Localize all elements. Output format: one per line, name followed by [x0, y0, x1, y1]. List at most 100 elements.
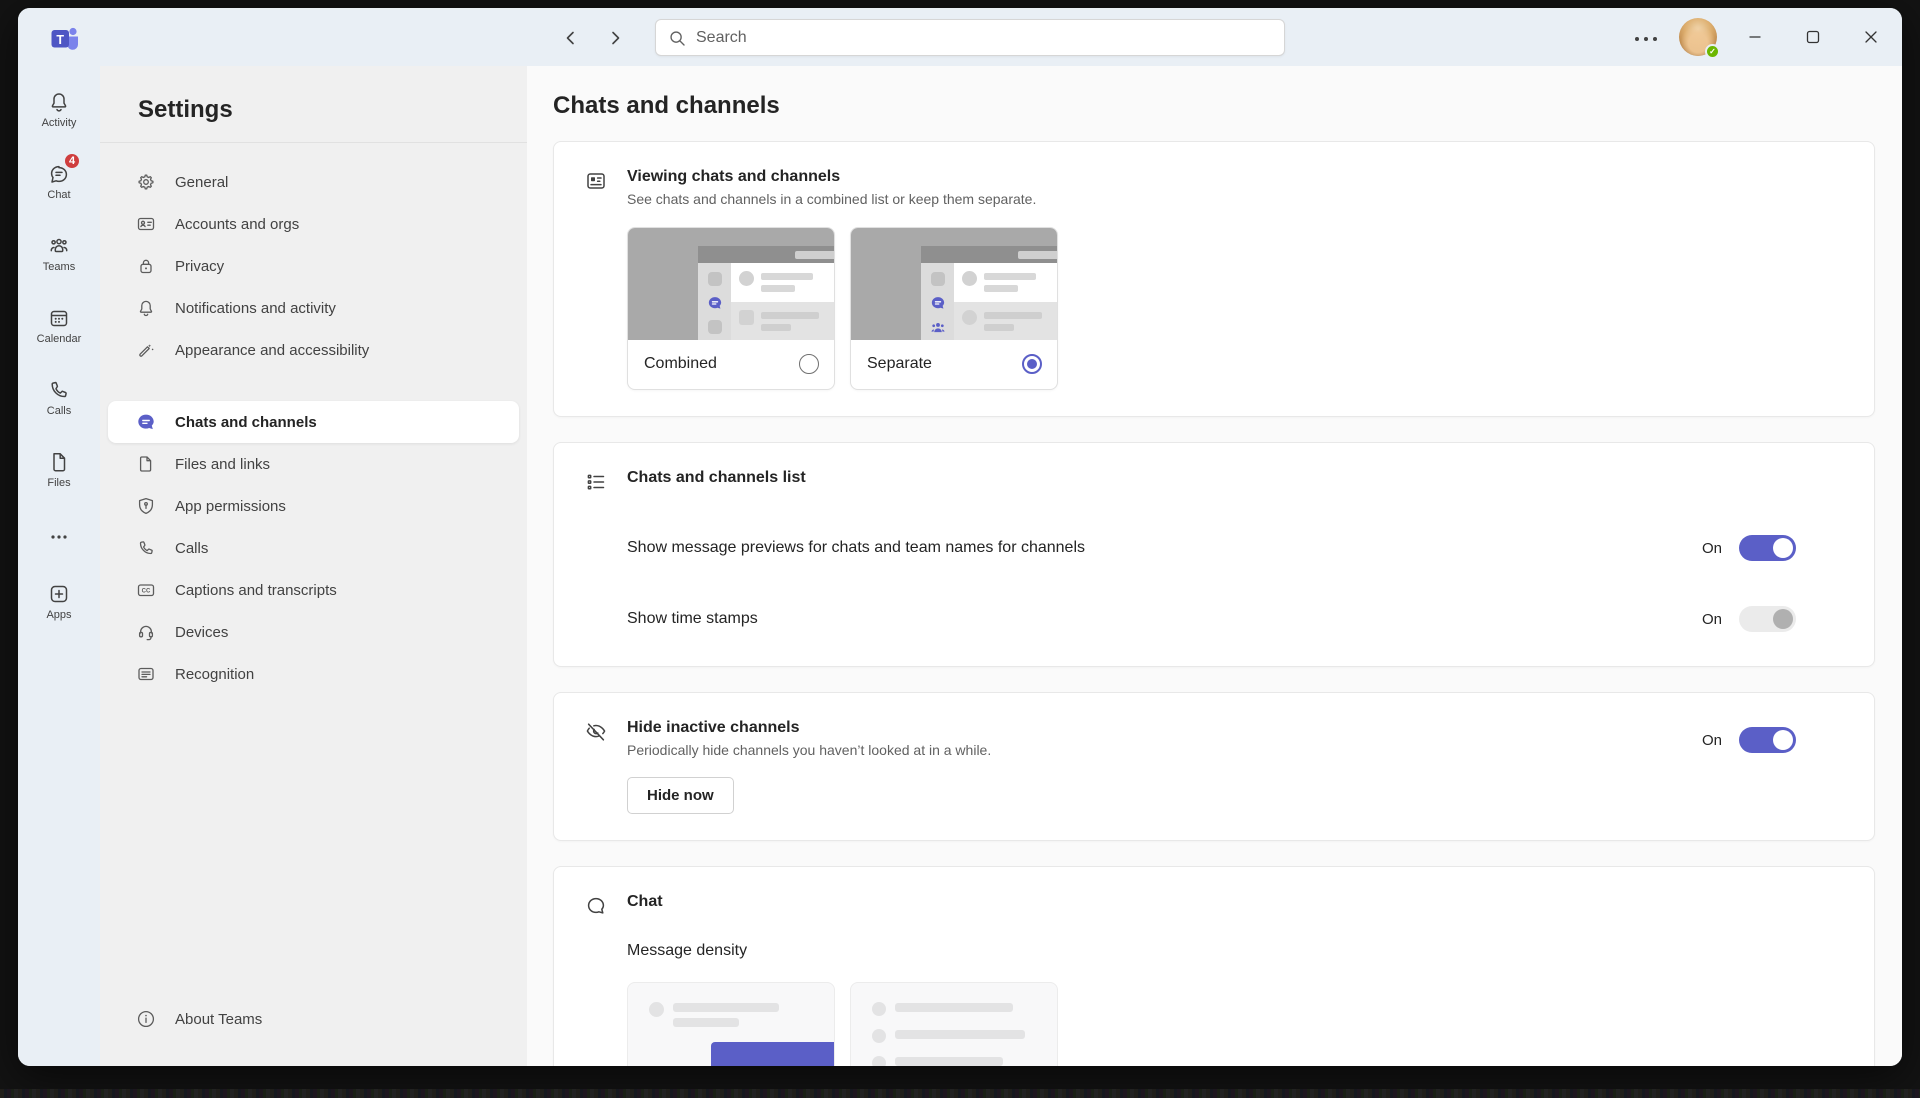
lock-icon — [136, 256, 156, 276]
rail-item-activity[interactable]: Activity — [22, 76, 96, 142]
sidebar-item-files-and-links[interactable]: Files and links — [108, 443, 519, 485]
density-label: Message density — [627, 942, 748, 959]
search-icon — [668, 29, 686, 47]
rail-item-files[interactable]: Files — [22, 436, 96, 502]
svg-text:CC: CC — [142, 589, 151, 595]
sidebar-item-devices[interactable]: Devices — [108, 611, 519, 653]
setting-row-time-stamps: Show time stamps On — [627, 606, 1846, 632]
chevron-right-icon — [605, 28, 625, 48]
setting-row-message-previews: Show message previews for chats and team… — [627, 535, 1846, 561]
sidebar-item-appearance[interactable]: Appearance and accessibility — [108, 329, 519, 371]
close-button[interactable] — [1842, 8, 1900, 66]
search-input[interactable] — [696, 28, 1272, 47]
sidebar-item-accounts[interactable]: Accounts and orgs — [108, 203, 519, 245]
file-icon — [136, 454, 156, 474]
option-label: Separate — [867, 355, 932, 372]
chevron-left-icon — [561, 28, 581, 48]
card-title: Hide inactive channels — [627, 719, 800, 736]
radio-separate[interactable] — [1022, 354, 1042, 374]
news-layout-icon — [584, 169, 608, 193]
teams-logo: T — [48, 21, 82, 55]
ellipsis-icon — [1633, 28, 1660, 46]
rail-item-teams[interactable]: Teams — [22, 220, 96, 286]
mini-teams-icon — [930, 320, 946, 336]
sidebar-item-privacy[interactable]: Privacy — [108, 245, 519, 287]
sidebar-item-label: Calls — [175, 539, 209, 557]
chat-card: Chat Message density — [553, 866, 1875, 1066]
density-option-compact[interactable] — [850, 982, 1058, 1066]
rail-more-button[interactable] — [22, 520, 96, 554]
settings-nav: General Accounts and orgs Privacy Notifi… — [100, 143, 527, 695]
wand-icon — [136, 340, 156, 360]
card-subtitle: See chats and channels in a combined lis… — [627, 191, 1037, 207]
sidebar-item-label: Privacy — [175, 257, 225, 275]
hide-now-button[interactable]: Hide now — [627, 777, 734, 814]
setting-label: Show message previews for chats and team… — [627, 539, 1086, 556]
teams-window: T ✓ — [18, 8, 1902, 1066]
viewing-chats-card: Viewing chats and channels See chats and… — [553, 141, 1875, 417]
density-option-comfy[interactable] — [627, 982, 835, 1066]
eye-off-icon — [584, 720, 608, 744]
sidebar-item-label: Recognition — [175, 665, 255, 683]
screen-noise-artifact — [0, 1089, 1920, 1098]
search-bar — [655, 19, 1285, 56]
sidebar-item-general[interactable]: General — [108, 161, 519, 203]
rail-item-calendar[interactable]: Calendar — [22, 292, 96, 358]
card-title: Chats and channels list — [627, 469, 806, 486]
title-bar: T ✓ — [18, 8, 1902, 66]
rail-item-apps[interactable]: Apps — [22, 568, 96, 634]
toggle-state-label: On — [1701, 539, 1722, 557]
maximize-button[interactable] — [1784, 8, 1842, 66]
sidebar-item-label: Captions and transcripts — [175, 581, 337, 599]
phone-icon — [136, 538, 156, 558]
file-icon — [47, 450, 71, 474]
rail-item-label: Calendar — [36, 332, 82, 345]
rail-item-label: Files — [47, 476, 71, 489]
forward-button[interactable] — [602, 25, 628, 51]
option-separate[interactable]: Separate — [850, 227, 1058, 390]
sidebar-item-label: Chats and channels — [175, 413, 317, 431]
cc-icon: CC — [136, 580, 156, 600]
sidebar-item-label: Devices — [175, 623, 229, 641]
close-icon — [1862, 28, 1880, 46]
sidebar-item-app-permissions[interactable]: App permissions — [108, 485, 519, 527]
sidebar-item-captions[interactable]: CC Captions and transcripts — [108, 569, 519, 611]
phone-icon — [47, 378, 71, 402]
mini-message-bubble — [711, 1042, 834, 1066]
card-title: Viewing chats and channels — [627, 168, 841, 185]
back-button[interactable] — [558, 25, 584, 51]
app-rail: Activity 4 Chat Teams Calendar Calls Fil… — [18, 66, 100, 1066]
mini-chat-icon — [930, 295, 946, 311]
combined-preview-image — [628, 228, 834, 340]
hide-inactive-toggle[interactable] — [1739, 727, 1796, 753]
radio-combined[interactable] — [799, 354, 819, 374]
option-combined[interactable]: Combined — [627, 227, 835, 390]
chat-filled-icon — [136, 412, 156, 432]
settings-sidebar: Settings General Accounts and orgs Priva… — [100, 66, 527, 1066]
separate-preview-image — [851, 228, 1057, 340]
message-previews-toggle[interactable] — [1739, 535, 1796, 561]
profile-button[interactable]: ✓ — [1670, 8, 1726, 66]
bell-icon — [47, 90, 71, 114]
sidebar-item-notifications[interactable]: Notifications and activity — [108, 287, 519, 329]
calendar-icon — [47, 306, 71, 330]
info-icon — [136, 1009, 156, 1029]
more-options-button[interactable] — [1622, 8, 1670, 66]
shield-person-icon — [136, 496, 156, 516]
gear-icon — [136, 172, 156, 192]
note-icon — [136, 664, 156, 684]
apps-icon — [47, 582, 71, 606]
rail-item-calls[interactable]: Calls — [22, 364, 96, 430]
sidebar-item-calls[interactable]: Calls — [108, 527, 519, 569]
svg-text:T: T — [56, 33, 64, 47]
maximize-icon — [1804, 28, 1822, 46]
nav-group-gap — [108, 371, 519, 401]
sidebar-item-about-teams[interactable]: About Teams — [108, 998, 519, 1040]
toggle-state-label: On — [1701, 610, 1722, 628]
minimize-button[interactable] — [1726, 8, 1784, 66]
sidebar-item-recognition[interactable]: Recognition — [108, 653, 519, 695]
rail-item-chat[interactable]: 4 Chat — [22, 148, 96, 214]
sidebar-item-chats-and-channels[interactable]: Chats and channels — [108, 401, 519, 443]
sidebar-item-label: About Teams — [175, 1010, 263, 1028]
time-stamps-toggle[interactable] — [1739, 606, 1796, 632]
